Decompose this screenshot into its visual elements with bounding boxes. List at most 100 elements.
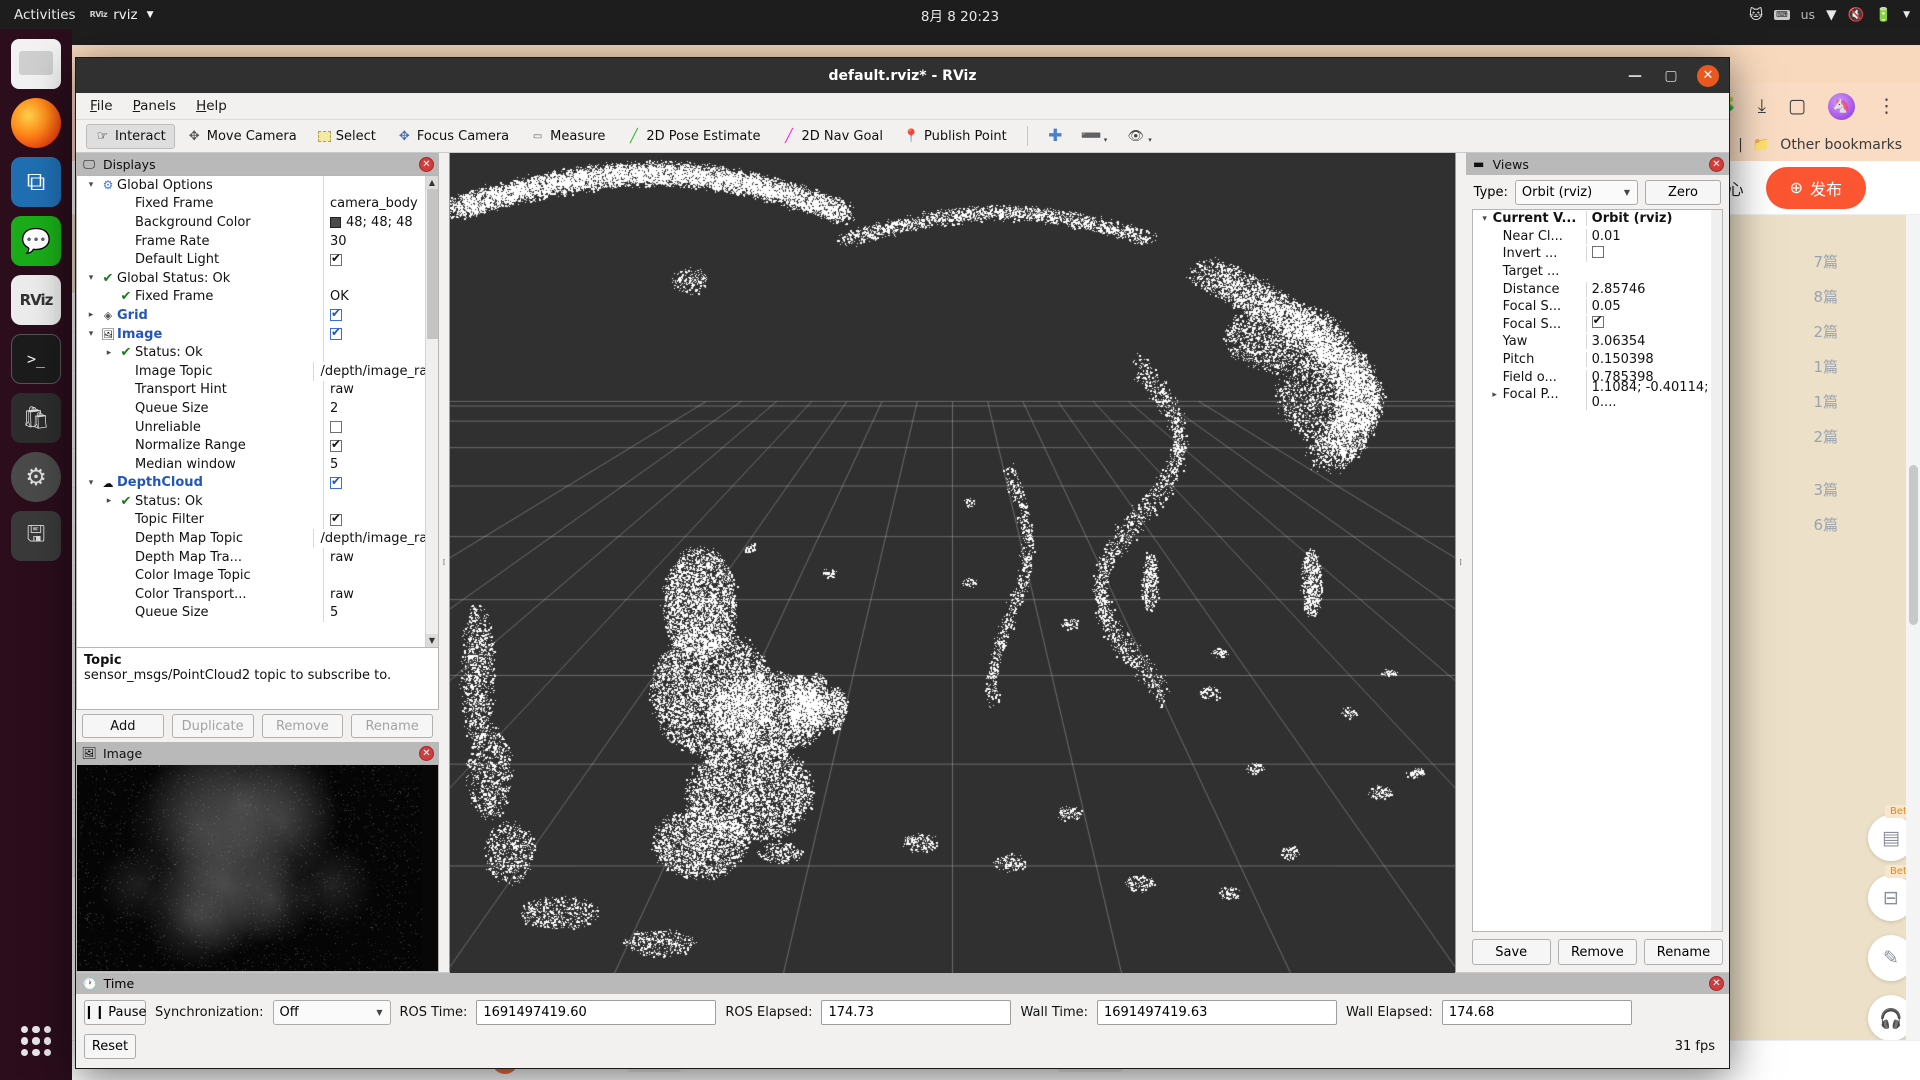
checkbox[interactable]	[330, 254, 342, 266]
row-value[interactable]: /depth/image_raw	[313, 362, 438, 381]
displays-tree-row[interactable]: Frame Rate30	[77, 232, 438, 251]
row-value[interactable]	[323, 250, 438, 269]
scrollbar-thumb[interactable]	[1909, 465, 1918, 625]
tool-select[interactable]: Select	[309, 124, 385, 149]
row-value[interactable]	[323, 306, 438, 325]
close-icon[interactable]: ✕	[419, 746, 434, 761]
checkbox[interactable]	[330, 440, 342, 452]
displays-tree-row[interactable]: Background Color48; 48; 48	[77, 213, 438, 232]
checkbox[interactable]	[330, 477, 342, 489]
row-value[interactable]	[1586, 246, 1722, 262]
row-value[interactable]: Orbit (rviz)	[1586, 211, 1722, 226]
row-value[interactable]	[323, 418, 438, 437]
displays-tree-row[interactable]: ▸✔Status: Ok	[77, 492, 438, 511]
ros-elapsed-field[interactable]: 174.73	[821, 1000, 1011, 1025]
views-tree-row[interactable]: Near Cl...0.01	[1473, 228, 1722, 246]
pause-button[interactable]: ❙❙ Pause	[84, 1000, 146, 1025]
row-value[interactable]	[323, 436, 438, 455]
sidepanel-icon[interactable]: ▢	[1788, 95, 1806, 117]
displays-tree-row[interactable]: ▾🖼Image	[77, 325, 438, 344]
wechat-icon[interactable]: 💬	[11, 216, 61, 266]
vscode-icon[interactable]: ⧉	[11, 157, 61, 207]
row-value[interactable]: 2	[323, 399, 438, 418]
close-icon[interactable]: ✕	[1709, 976, 1724, 991]
expand-arrow-icon[interactable]: ▾	[83, 478, 99, 488]
browser-menu-icon[interactable]: ⋮	[1877, 95, 1896, 117]
zero-button[interactable]: Zero	[1645, 180, 1721, 205]
tool-2d-nav-goal[interactable]: ╱ 2D Nav Goal	[772, 124, 892, 149]
rviz-title-bar[interactable]: default.rviz* - RViz — ▢ ✕	[76, 58, 1729, 93]
chevron-down-icon[interactable]: ▼	[1903, 10, 1910, 20]
views-tree-row[interactable]: Yaw3.06354	[1473, 333, 1722, 351]
row-value[interactable]	[323, 566, 438, 585]
row-value[interactable]: camera_body	[323, 195, 438, 214]
row-value[interactable]	[323, 474, 438, 493]
activities-button[interactable]: Activities	[0, 7, 90, 23]
store-icon[interactable]: 🛍	[11, 393, 61, 443]
displays-tree-row[interactable]: Depth Map Topic/depth/image_raw	[77, 529, 438, 548]
displays-tree-row[interactable]: Image Topic/depth/image_raw	[77, 362, 438, 381]
tool-move-camera[interactable]: ✥ Move Camera	[178, 124, 306, 149]
row-value[interactable]: 2.85746	[1586, 282, 1722, 297]
displays-tree-row[interactable]: ▸✔Status: Ok	[77, 343, 438, 362]
row-value[interactable]: 5	[323, 455, 438, 474]
row-value[interactable]: OK	[323, 288, 438, 307]
row-value[interactable]: 30	[323, 232, 438, 251]
remove-view-button[interactable]: Remove	[1558, 939, 1637, 965]
displays-tree-row[interactable]: Default Light	[77, 250, 438, 269]
color-swatch[interactable]	[330, 217, 341, 228]
views-tree[interactable]: ▾Current V...Orbit (rviz)Near Cl...0.01I…	[1472, 209, 1723, 932]
views-tree-row[interactable]: ▸Focal P...1.1084; -0.40114; 0....	[1473, 386, 1722, 404]
displays-tree-row[interactable]: Transport Hintraw	[77, 381, 438, 400]
checkbox[interactable]	[330, 421, 342, 433]
row-value[interactable]: 0.150398	[1586, 352, 1722, 367]
wifi-icon[interactable]: ▼	[1826, 7, 1836, 23]
scroll-down-icon[interactable]: ▼	[426, 634, 438, 647]
expand-arrow-icon[interactable]: ▸	[1487, 390, 1503, 400]
views-tree-row[interactable]: Focal S...	[1473, 316, 1722, 334]
add-button[interactable]: Add	[82, 714, 164, 738]
displays-tree-row[interactable]: Queue Size5	[77, 604, 438, 623]
keyboard-layout-label[interactable]: us	[1801, 7, 1815, 22]
terminal-icon[interactable]: >_	[11, 334, 61, 384]
show-apps-icon[interactable]	[11, 1016, 61, 1066]
row-value[interactable]	[323, 343, 438, 362]
displays-tree-row[interactable]: Depth Map Tra...raw	[77, 548, 438, 567]
rviz-icon[interactable]: RViz	[11, 275, 61, 325]
displays-tree-row[interactable]: Median window5	[77, 455, 438, 474]
downloads-icon[interactable]: ⤓	[1758, 95, 1766, 117]
displays-tree-row[interactable]: ▸◈Grid	[77, 306, 438, 325]
displays-tree-row[interactable]: Topic Filter	[77, 511, 438, 530]
usb-icon[interactable]: 🖫	[11, 511, 61, 561]
menu-help[interactable]: Help	[196, 98, 227, 114]
displays-tree-row[interactable]: Normalize Range	[77, 436, 438, 455]
row-value[interactable]: raw	[323, 548, 438, 567]
image-render-view[interactable]	[76, 764, 439, 972]
row-value[interactable]: 3.06354	[1586, 334, 1722, 349]
settings-icon[interactable]: ⚙	[11, 452, 61, 502]
row-value[interactable]	[323, 511, 438, 530]
wall-time-field[interactable]: 1691497419.63	[1097, 1000, 1337, 1025]
row-value[interactable]: raw	[323, 381, 438, 400]
row-value[interactable]	[323, 176, 438, 195]
battery-icon[interactable]: 🔋	[1875, 7, 1892, 23]
tool-publish-point[interactable]: 📍 Publish Point	[895, 124, 1016, 149]
expand-arrow-icon[interactable]: ▸	[101, 496, 117, 506]
expand-arrow-icon[interactable]: ▾	[83, 329, 99, 339]
view-type-select[interactable]: Orbit (rviz) ▼	[1515, 180, 1638, 205]
checkbox[interactable]	[330, 328, 342, 340]
maximize-icon[interactable]: ▢	[1661, 68, 1681, 84]
remove-tool-button[interactable]: ➖ ▾	[1075, 124, 1117, 149]
save-view-button[interactable]: Save	[1472, 939, 1551, 965]
row-value[interactable]	[1586, 316, 1722, 332]
displays-tree-row[interactable]: ▾⚙Global Options	[77, 176, 438, 195]
checkbox[interactable]	[1592, 316, 1604, 328]
checkbox[interactable]	[1592, 246, 1604, 258]
displays-tree-row[interactable]: Color Image Topic	[77, 566, 438, 585]
volume-muted-icon[interactable]: 🔇	[1847, 7, 1864, 23]
displays-tree-row[interactable]: Color Transport...raw	[77, 585, 438, 604]
expand-arrow-icon[interactable]: ▾	[83, 273, 99, 283]
add-tool-button[interactable]: ✚	[1039, 124, 1072, 149]
row-value[interactable]: 0.05	[1586, 299, 1722, 314]
displays-tree[interactable]: ▾⚙Global OptionsFixed Framecamera_bodyBa…	[76, 175, 439, 648]
